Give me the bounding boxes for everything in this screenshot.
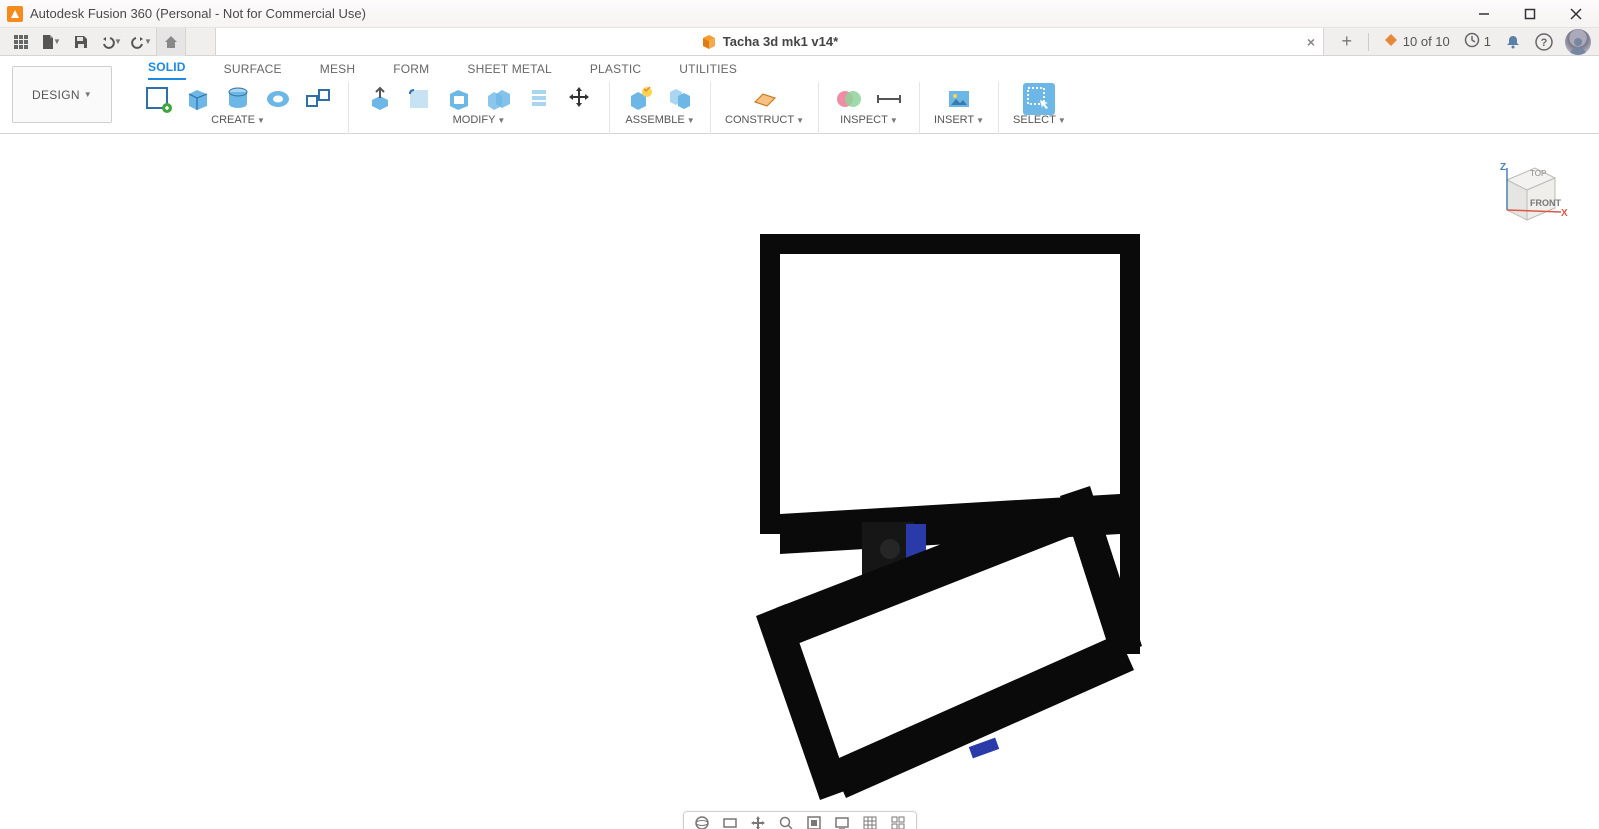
extensions-indicator[interactable]: 10 of 10	[1377, 32, 1456, 51]
viewcube-x-axis: X	[1561, 208, 1568, 219]
job-count: 1	[1484, 34, 1491, 49]
group-inspect-label[interactable]: INSPECT▼	[840, 114, 898, 126]
window-title: Autodesk Fusion 360 (Personal - Not for …	[30, 6, 366, 21]
file-button[interactable]: ▼	[36, 28, 66, 56]
clock-icon	[1464, 32, 1480, 51]
new-component-button[interactable]	[624, 83, 656, 115]
new-tab-button[interactable]: +	[1334, 31, 1360, 52]
torus-button[interactable]	[262, 83, 294, 115]
tab-mesh[interactable]: MESH	[320, 62, 355, 80]
viewport[interactable]: TOP FRONT Z X	[0, 134, 1599, 829]
title-bar: Autodesk Fusion 360 (Personal - Not for …	[0, 0, 1599, 28]
sketch-button[interactable]	[142, 83, 174, 115]
tab-surface[interactable]: SURFACE	[224, 62, 282, 80]
redo-button[interactable]: ▼	[126, 28, 156, 56]
group-select: SELECT▼	[999, 82, 1080, 134]
tool-groups: CREATE▼ MODIFY▼	[128, 80, 1599, 134]
group-select-label[interactable]: SELECT▼	[1013, 114, 1066, 126]
move-button[interactable]	[563, 83, 595, 115]
save-button[interactable]	[66, 28, 96, 56]
job-status-indicator[interactable]: 1	[1458, 32, 1497, 51]
measure-button[interactable]	[873, 83, 905, 115]
undo-button[interactable]: ▼	[96, 28, 126, 56]
navigation-toolbar[interactable]	[683, 811, 917, 829]
viewcube[interactable]: TOP FRONT Z X	[1489, 154, 1569, 234]
close-button[interactable]	[1553, 0, 1599, 27]
help-button[interactable]: ?	[1529, 33, 1559, 51]
group-construct-label[interactable]: CONSTRUCT▼	[725, 114, 804, 126]
derive-button[interactable]	[302, 83, 334, 115]
maximize-button[interactable]	[1507, 0, 1553, 27]
viewport-settings-icon[interactable]	[890, 815, 906, 829]
group-modify-label[interactable]: MODIFY▼	[453, 114, 506, 126]
separator	[1368, 33, 1369, 51]
ribbon-content: SOLID SURFACE MESH FORM SHEET METAL PLAS…	[120, 56, 1599, 133]
draft-button[interactable]	[523, 83, 555, 115]
pan-icon[interactable]	[750, 815, 766, 829]
document-icon	[701, 34, 717, 50]
viewcube-z-axis: Z	[1500, 162, 1506, 173]
user-avatar[interactable]	[1565, 29, 1591, 55]
tab-solid[interactable]: SOLID	[148, 60, 186, 80]
orbit-icon[interactable]	[694, 815, 710, 829]
group-assemble-label[interactable]: ASSEMBLE▼	[625, 114, 694, 126]
group-insert: INSERT▼	[920, 82, 999, 134]
inspect-interference-button[interactable]	[833, 83, 865, 115]
tab-utilities[interactable]: UTILITIES	[679, 62, 737, 80]
group-modify: MODIFY▼	[349, 82, 610, 134]
insert-image-button[interactable]	[943, 83, 975, 115]
look-at-icon[interactable]	[722, 815, 738, 829]
group-create: CREATE▼	[128, 82, 349, 134]
close-tab-button[interactable]: ×	[1307, 34, 1315, 50]
construct-plane-button[interactable]	[748, 83, 780, 115]
model-geometry	[720, 234, 1160, 774]
environment-tabs: SOLID SURFACE MESH FORM SHEET METAL PLAS…	[128, 56, 1599, 80]
joint-button[interactable]	[664, 83, 696, 115]
shell-button[interactable]	[443, 83, 475, 115]
box-button[interactable]	[182, 83, 214, 115]
home-button[interactable]	[156, 28, 186, 56]
extensions-count: 10 of 10	[1403, 34, 1450, 49]
minimize-button[interactable]	[1461, 0, 1507, 27]
group-create-label[interactable]: CREATE▼	[211, 114, 265, 126]
svg-text:?: ?	[1541, 37, 1548, 49]
viewcube-top-label: TOP	[1530, 169, 1546, 178]
fit-icon[interactable]	[806, 815, 822, 829]
grid-settings-icon[interactable]	[862, 815, 878, 829]
tab-sheet-metal[interactable]: SHEET METAL	[467, 62, 551, 80]
cylinder-button[interactable]	[222, 83, 254, 115]
document-tab[interactable]: Tacha 3d mk1 v14* ×	[215, 28, 1324, 55]
document-name: Tacha 3d mk1 v14*	[723, 34, 838, 49]
tab-plastic[interactable]: PLASTIC	[590, 62, 641, 80]
data-panel-button[interactable]	[6, 28, 36, 56]
extensions-icon	[1383, 32, 1399, 51]
press-pull-button[interactable]	[363, 83, 395, 115]
tab-form[interactable]: FORM	[393, 62, 429, 80]
notifications-button[interactable]	[1499, 34, 1527, 50]
select-button[interactable]	[1023, 83, 1055, 115]
zoom-icon[interactable]	[778, 815, 794, 829]
group-assemble: ASSEMBLE▼	[610, 82, 711, 134]
ribbon: DESIGN ▼ SOLID SURFACE MESH FORM SHEET M…	[0, 56, 1599, 134]
group-construct: CONSTRUCT▼	[711, 82, 819, 134]
workspace-picker[interactable]: DESIGN ▼	[12, 66, 112, 123]
viewcube-front-label: FRONT	[1530, 198, 1561, 208]
group-insert-label[interactable]: INSERT▼	[934, 114, 984, 126]
group-inspect: INSPECT▼	[819, 82, 920, 134]
quick-access-bar: ▼ ▼ ▼ Tacha 3d mk1 v14* × + 10 of 10 1 ?	[0, 28, 1599, 56]
display-settings-icon[interactable]	[834, 815, 850, 829]
app-icon	[6, 5, 24, 23]
workspace-label: DESIGN	[32, 88, 80, 102]
fillet-button[interactable]	[403, 83, 435, 115]
chevron-down-icon: ▼	[84, 90, 92, 99]
combine-button[interactable]	[483, 83, 515, 115]
